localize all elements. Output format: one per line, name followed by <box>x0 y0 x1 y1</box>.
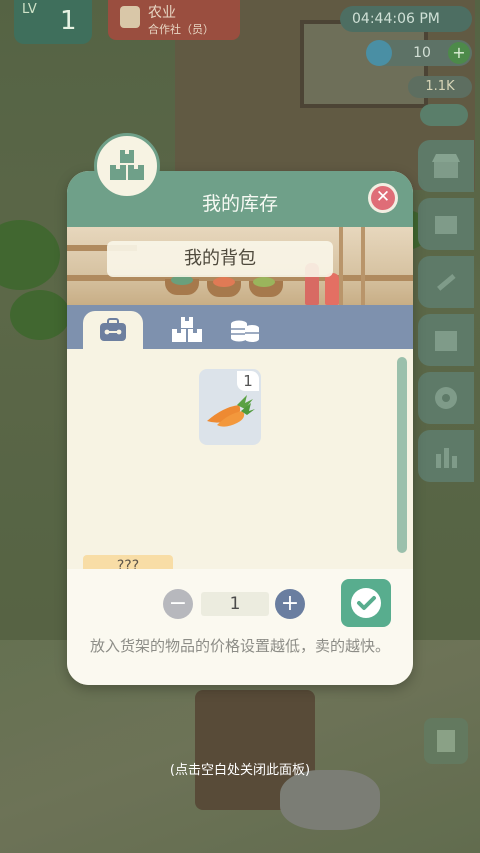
stats-button[interactable] <box>418 430 474 482</box>
job-badge[interactable]: 农业 合作社（员） <box>108 0 240 40</box>
calendar-icon <box>435 331 457 351</box>
job-title: 农业 <box>148 5 176 21</box>
decrease-quantity-button[interactable]: − <box>163 589 193 619</box>
scroll-icon <box>437 730 455 752</box>
tab-boxes[interactable] <box>157 311 217 349</box>
increase-quantity-button[interactable]: + <box>275 589 305 619</box>
coins-icon <box>231 320 259 342</box>
calendar-button[interactable] <box>418 314 474 366</box>
gold-count: 1.1K <box>408 76 472 98</box>
price-hint: 放入货架的物品的价格设置越低，卖的越快。 <box>89 637 390 655</box>
gear-icon <box>435 387 457 409</box>
backpack-icon <box>100 318 126 341</box>
ladder <box>339 227 343 305</box>
close-icon: ✕ <box>371 186 395 210</box>
status-pill <box>420 104 468 126</box>
carrot-icon <box>207 395 255 427</box>
job-subtitle: 合作社（员） <box>148 23 214 36</box>
action-area: − 1 + 放入货架的物品的价格设置越低，卖的越快。 <box>67 569 413 685</box>
wrench-icon <box>437 274 456 291</box>
inventory-slot[interactable]: 1 <box>199 369 261 445</box>
store-icon <box>432 154 460 178</box>
level-prefix: LV <box>22 2 37 17</box>
bag-label: 我的背包 <box>107 241 333 277</box>
inventory-panel: 我的库存 我的背包 1 ??? − 1 + 放入货架的物品的价格设置越低，卖的越… <box>67 171 413 685</box>
produce <box>213 277 235 287</box>
shop-button[interactable] <box>418 140 474 192</box>
checkmark-icon <box>351 588 381 618</box>
inventory-badge <box>94 133 160 199</box>
storage-button[interactable] <box>418 198 474 250</box>
clock: 04:44:06 PM <box>340 6 472 32</box>
boxes-icon <box>172 317 202 342</box>
dismiss-hint[interactable]: (点击空白处关闭此面板) <box>0 759 480 778</box>
ladder <box>361 227 365 305</box>
customer <box>325 273 339 305</box>
tab-bag[interactable] <box>83 311 143 349</box>
close-button[interactable]: ✕ <box>368 183 398 213</box>
shop-banner: 我的背包 <box>67 227 413 305</box>
add-gems-button[interactable]: + <box>448 42 470 64</box>
boxes-icon <box>110 150 144 180</box>
tab-coins[interactable] <box>215 311 275 349</box>
inventory-grid: 1 <box>67 349 413 569</box>
settings-button[interactable] <box>418 372 474 424</box>
tools-button[interactable] <box>418 256 474 308</box>
item-count: 1 <box>237 371 259 391</box>
level-number: 1 <box>60 6 77 36</box>
produce <box>253 277 275 287</box>
scrollbar[interactable] <box>397 357 407 553</box>
quantity-field[interactable]: 1 <box>201 592 269 616</box>
bar-chart-icon <box>436 448 457 468</box>
tab-bar <box>67 305 413 349</box>
gem-icon <box>366 40 392 66</box>
confirm-button[interactable] <box>341 579 391 627</box>
box-icon <box>435 216 457 234</box>
level-badge: LV 1 <box>14 0 92 44</box>
avatar <box>120 6 140 28</box>
quest-log-button[interactable] <box>424 718 468 764</box>
